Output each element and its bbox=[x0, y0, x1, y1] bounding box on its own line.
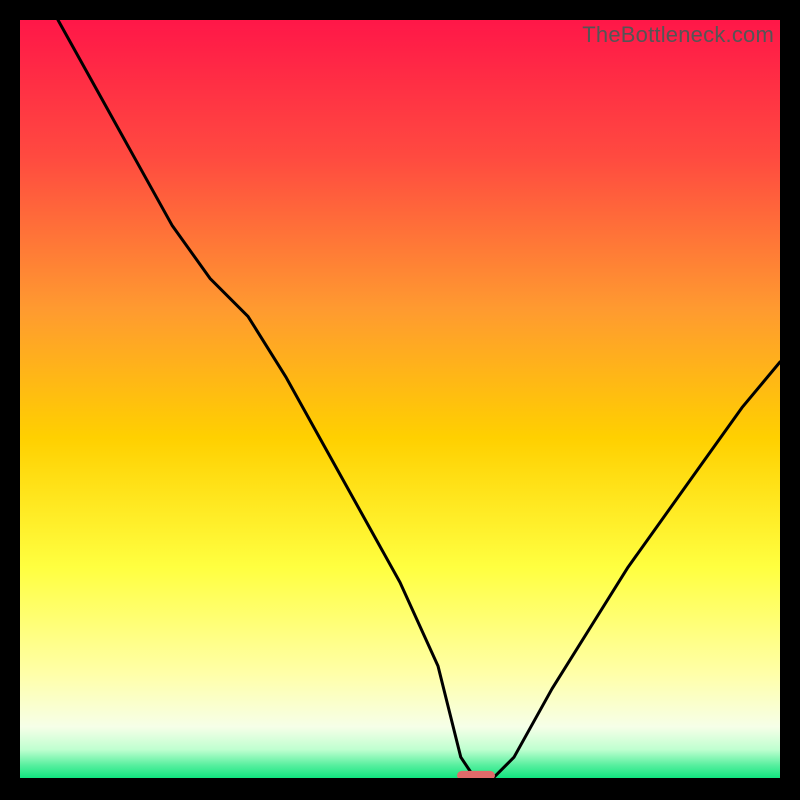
x-axis bbox=[20, 778, 780, 780]
gradient-background bbox=[20, 20, 780, 780]
chart-frame: TheBottleneck.com bbox=[20, 20, 780, 780]
bottleneck-chart bbox=[20, 20, 780, 780]
watermark-text: TheBottleneck.com bbox=[582, 22, 774, 48]
